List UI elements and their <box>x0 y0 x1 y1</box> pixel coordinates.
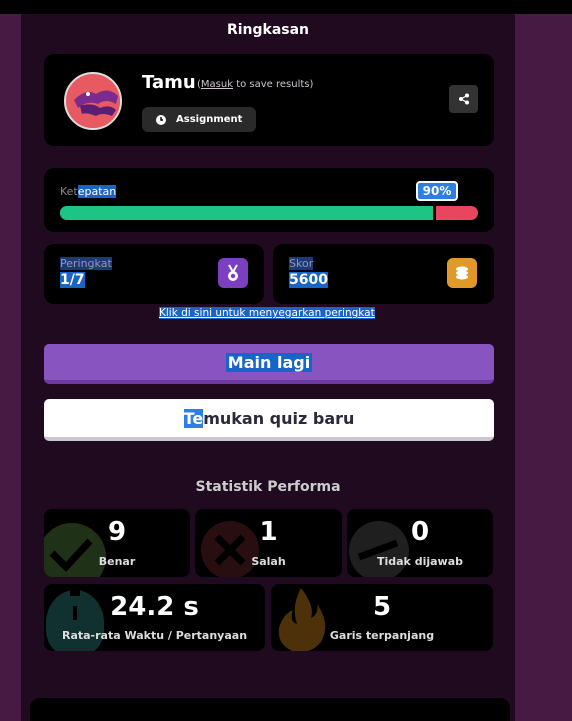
player-name: Tamu <box>142 72 196 93</box>
player-card: Tamu (Masuk to save results) Assignment <box>44 54 494 146</box>
play-again-button[interactable]: Main lagi <box>44 344 494 384</box>
avg-time-value: 24.2 s <box>110 592 199 622</box>
avg-time-label: Rata-rata Waktu / Pertanyaan <box>61 629 248 642</box>
unanswered-count: 0 <box>410 517 430 547</box>
speed-card: Ketepatan 90% <box>44 168 494 232</box>
summary-heading: Ringkasan <box>226 22 310 38</box>
avatar <box>64 72 122 130</box>
login-link[interactable]: Masuk <box>201 79 233 90</box>
share-button[interactable] <box>449 85 478 113</box>
score-card: Skor 5600 <box>273 244 494 304</box>
assignment-button[interactable]: Assignment <box>142 107 257 132</box>
wrong-count: 1 <box>259 517 278 547</box>
find-new-quiz-button[interactable]: Te mukan quiz baru <box>44 399 494 441</box>
speed-progress-bar <box>60 206 478 220</box>
play-again-label: Main lagi <box>225 352 313 372</box>
rank-card: Peringkat 1/7 <box>44 244 264 304</box>
find-new-quiz-label: mukan quiz baru <box>203 408 355 428</box>
stats-title: Statistik Performa <box>195 479 341 495</box>
correct-count: 9 <box>107 517 127 547</box>
correct-stat: 9 Benar <box>44 509 190 577</box>
coins-icon <box>447 258 477 288</box>
streak-label: Garis terpanjang <box>329 629 435 642</box>
speed-label: Ketepatan <box>60 185 117 198</box>
wrong-stat: 1 Salah <box>195 509 342 577</box>
streak-stat: 5 Garis terpanjang <box>271 584 493 651</box>
rank-value: 1/7 <box>60 272 85 288</box>
score-value: 5600 <box>289 272 328 288</box>
correct-label: Benar <box>98 555 136 568</box>
avg-time-stat: 24.2 s Rata-rata Waktu / Pertanyaan <box>44 584 265 651</box>
score-label: Skor <box>289 257 314 270</box>
medal-icon <box>218 258 248 288</box>
unanswered-stat: 0 Tidak dijawab <box>347 509 493 577</box>
summary-panel: Ringkasan Tamu (Masuk to save results) A… <box>21 14 515 721</box>
speed-progress-fill <box>60 206 437 220</box>
wrong-label: Salah <box>251 555 286 568</box>
top-bar <box>0 0 572 14</box>
rank-label: Peringkat <box>60 257 112 270</box>
unanswered-label: Tidak dijawab <box>376 555 463 568</box>
assignment-label: Assignment <box>176 114 243 125</box>
streak-value: 5 <box>372 592 392 622</box>
speed-percent-badge: 90% <box>416 181 458 201</box>
clock-icon <box>156 114 166 125</box>
share-icon <box>458 93 469 105</box>
login-note: (Masuk to save results) <box>197 79 314 90</box>
refresh-rank-link[interactable]: Klik di sini untuk menyegarkan peringkat <box>159 307 375 319</box>
bottom-card <box>30 698 510 721</box>
